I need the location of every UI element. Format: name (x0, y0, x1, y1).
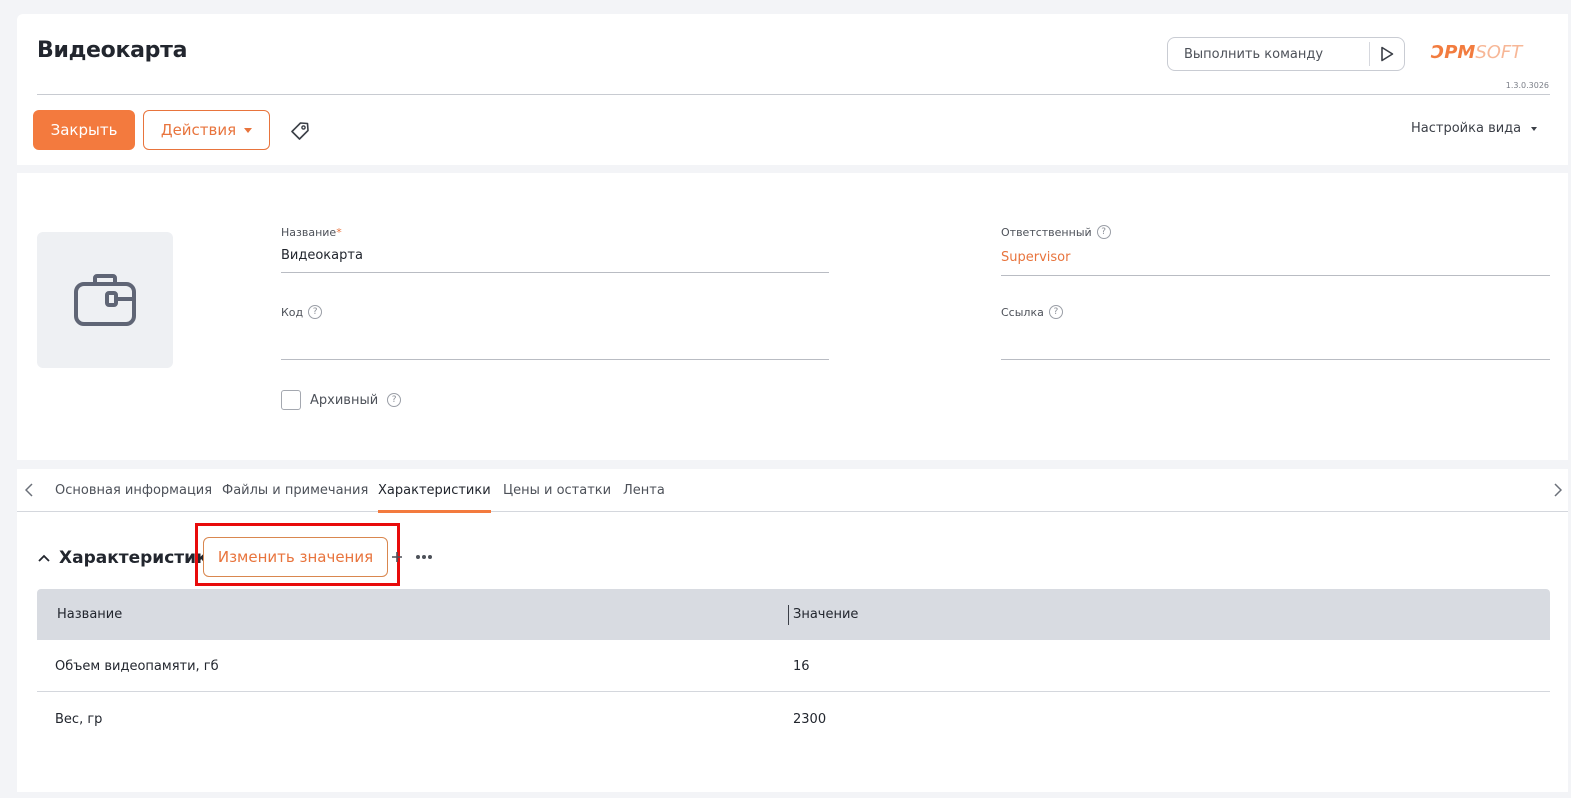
more-dot (416, 555, 420, 559)
characteristics-grid: Название Значение Объем видеопамяти, гб … (37, 589, 1550, 746)
play-icon (1381, 46, 1394, 62)
link-field-label: Ссылка (1001, 305, 1044, 319)
tabs-scroll-left[interactable] (21, 481, 37, 499)
chevron-down-icon (1531, 126, 1538, 131)
chevron-left-icon (25, 483, 33, 497)
briefcase-icon (74, 274, 136, 326)
code-input[interactable] (281, 319, 829, 360)
name-field: Название* Видеокарта (281, 225, 829, 273)
command-box (1167, 37, 1405, 71)
link-field: Ссылка ? (1001, 305, 1550, 360)
close-button[interactable]: Закрыть (33, 110, 135, 150)
more-dot (422, 555, 426, 559)
table-row[interactable]: Объем видеопамяти, гб 16 (37, 640, 1550, 692)
tab-characteristics[interactable]: Характеристики (378, 469, 491, 513)
plus-icon (392, 552, 402, 562)
tag-icon (291, 122, 309, 140)
chevron-up-icon (38, 554, 50, 562)
archive-field: Архивный ? (281, 390, 402, 410)
chevron-down-icon (244, 127, 253, 133)
cell-name: Объем видеопамяти, гб (55, 658, 219, 674)
more-actions-button[interactable] (414, 549, 434, 565)
tabs-panel: Основная информация Файлы и примечания Х… (17, 469, 1568, 792)
column-header-value[interactable]: Значение (793, 589, 858, 640)
name-field-label: Название* (281, 225, 342, 239)
characteristics-section-header: Характеристики (37, 538, 220, 578)
cell-value: 16 (793, 658, 810, 674)
logo-soft-text: SOFT (1475, 42, 1523, 63)
tag-button[interactable] (289, 120, 311, 142)
owner-lookup[interactable]: Supervisor (1001, 239, 1550, 276)
archive-checkbox[interactable] (281, 390, 301, 410)
help-icon[interactable]: ? (1096, 225, 1111, 239)
add-record-button[interactable] (390, 549, 404, 565)
owner-field-label: Ответственный (1001, 225, 1092, 239)
view-settings-label: Настройка вида (1411, 121, 1522, 136)
collapse-section-button[interactable] (37, 551, 51, 565)
tab-feed[interactable]: Лента (623, 469, 665, 512)
code-field-label: Код (281, 305, 304, 319)
tabs-scroll-right[interactable] (1550, 481, 1566, 499)
bpmsoft-logo: ƆPMSOFT (1431, 42, 1522, 63)
logo-main-text: ƆPM (1431, 42, 1476, 63)
grid-header: Название Значение (37, 589, 1550, 640)
tab-files-notes[interactable]: Файлы и примечания (222, 469, 368, 512)
archive-label: Архивный (310, 392, 379, 408)
name-input[interactable]: Видеокарта (281, 239, 829, 273)
cell-value: 2300 (793, 711, 827, 727)
table-row[interactable]: Вес, гр 2300 (37, 692, 1550, 746)
more-dot (428, 555, 432, 559)
code-field: Код ? (281, 305, 829, 360)
header-divider (37, 94, 1550, 95)
required-mark: * (336, 225, 342, 239)
tab-bar: Основная информация Файлы и примечания Х… (17, 469, 1568, 513)
app-version: 1.3.0.3026 (1505, 81, 1549, 90)
record-info: Название* Видеокарта Ответственный ? Sup… (17, 173, 1568, 460)
column-header-name[interactable]: Название (57, 589, 122, 640)
actions-button-label: Действия (160, 121, 237, 139)
run-command-button[interactable] (1370, 38, 1404, 70)
tab-main-info[interactable]: Основная информация (55, 469, 212, 512)
help-icon[interactable]: ? (387, 393, 402, 407)
owner-field: Ответственный ? Supervisor (1001, 225, 1550, 276)
chevron-right-icon (1554, 483, 1562, 497)
command-input[interactable] (1168, 38, 1369, 70)
help-icon[interactable]: ? (308, 305, 323, 319)
link-input[interactable] (1001, 319, 1550, 360)
page-title: Видеокарта (37, 38, 188, 63)
edit-values-button[interactable]: Изменить значения (203, 537, 388, 577)
help-icon[interactable]: ? (1048, 305, 1063, 319)
view-settings-button[interactable]: Настройка вида (1411, 121, 1538, 136)
record-image[interactable] (37, 232, 173, 368)
actions-button[interactable]: Действия (143, 110, 270, 150)
column-resize-handle[interactable] (788, 605, 789, 625)
cell-name: Вес, гр (55, 711, 103, 727)
record-header: Видеокарта ƆPMSOFT 1.3.0.3026 Закрыть Де… (17, 14, 1568, 165)
tab-prices-stock[interactable]: Цены и остатки (503, 469, 611, 512)
